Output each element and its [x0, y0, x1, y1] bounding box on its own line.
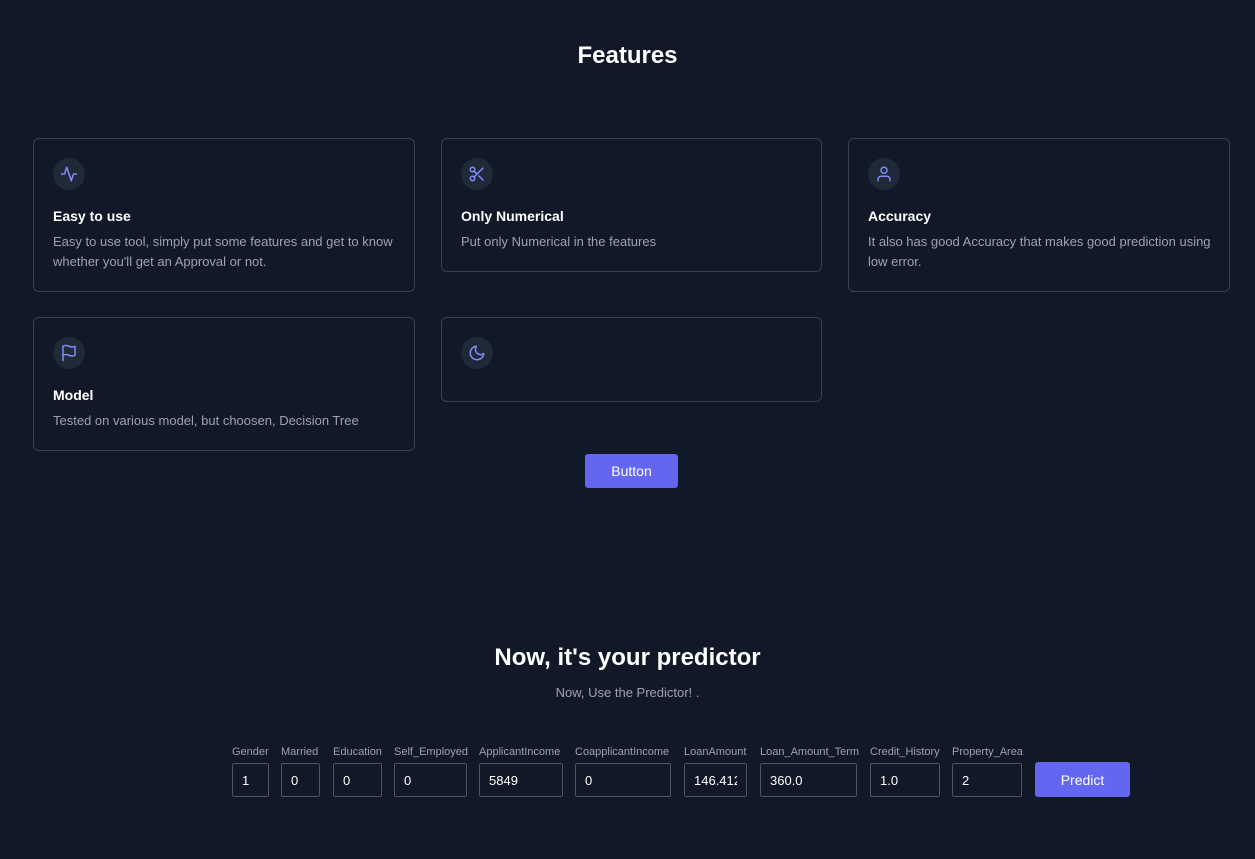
feature-card-empty: [441, 317, 822, 402]
field-label: ApplicantIncome: [479, 746, 561, 758]
education-input[interactable]: [333, 763, 382, 797]
field-label: Education: [333, 746, 382, 758]
feature-card-accuracy: Accuracy It also has good Accuracy that …: [848, 138, 1230, 292]
feature-card-only-numerical: Only Numerical Put only Numerical in the…: [441, 138, 822, 272]
field-property-area: Property_Area: [952, 745, 1023, 797]
applicant-income-input[interactable]: [479, 763, 563, 797]
field-label: LoanAmount: [684, 746, 747, 758]
gender-input[interactable]: [232, 763, 269, 797]
loan-amount-input[interactable]: [684, 763, 747, 797]
feature-card-title: Only Numerical: [461, 208, 564, 224]
coapplicant-income-input[interactable]: [575, 763, 671, 797]
married-input[interactable]: [281, 763, 320, 797]
feature-button[interactable]: Button: [585, 454, 678, 488]
field-gender: Gender: [232, 745, 269, 797]
feature-card-title: Easy to use: [53, 208, 131, 224]
scissors-icon: [461, 158, 493, 190]
predict-button[interactable]: Predict: [1035, 762, 1130, 797]
loan-amount-term-input[interactable]: [760, 763, 857, 797]
predictor-title: Now, it's your predictor: [494, 644, 761, 671]
activity-icon: [53, 158, 85, 190]
field-label: Loan_Amount_Term: [760, 746, 860, 758]
feature-card-text: Put only Numerical in the features: [461, 234, 657, 249]
field-label: Property_Area: [952, 746, 1023, 758]
feature-card-text: Tested on various model, but choosen, De…: [53, 413, 359, 428]
property-area-input[interactable]: [952, 763, 1022, 797]
field-credit-history: Credit_History: [870, 745, 940, 797]
field-loan-amount-term: Loan_Amount_Term: [760, 745, 859, 797]
flag-icon: [53, 337, 85, 369]
features-title: Features: [577, 42, 678, 69]
field-label: CoapplicantIncome: [575, 746, 670, 758]
user-icon: [868, 158, 900, 190]
field-label: Credit_History: [870, 746, 940, 758]
feature-card-title: Model: [53, 387, 94, 403]
field-label: Gender: [232, 746, 269, 758]
field-loan-amount: LoanAmount: [684, 745, 747, 797]
field-label: Married: [281, 746, 319, 758]
feature-card-model: Model Tested on various model, but choos…: [33, 317, 415, 451]
page: Features Easy to use Easy to use tool, s…: [0, 0, 1255, 859]
self-employed-input[interactable]: [394, 763, 467, 797]
feature-card-title: Accuracy: [868, 208, 932, 224]
field-label: Self_Employed: [394, 746, 468, 758]
moon-icon: [461, 337, 493, 369]
feature-card-text: Easy to use tool, simply put some featur…: [53, 234, 393, 269]
feature-card-easy-to-use: Easy to use Easy to use tool, simply put…: [33, 138, 415, 292]
field-married: Married: [281, 745, 320, 797]
field-education: Education: [333, 745, 382, 797]
field-coapplicant-income: CoapplicantIncome: [575, 745, 671, 797]
feature-card-text: It also has good Accuracy that makes goo…: [868, 234, 1211, 269]
field-self-employed: Self_Employed: [394, 745, 468, 797]
predictor-subtitle: Now, Use the Predictor! .: [555, 685, 700, 700]
credit-history-input[interactable]: [870, 763, 940, 797]
field-applicant-income: ApplicantIncome: [479, 745, 563, 797]
